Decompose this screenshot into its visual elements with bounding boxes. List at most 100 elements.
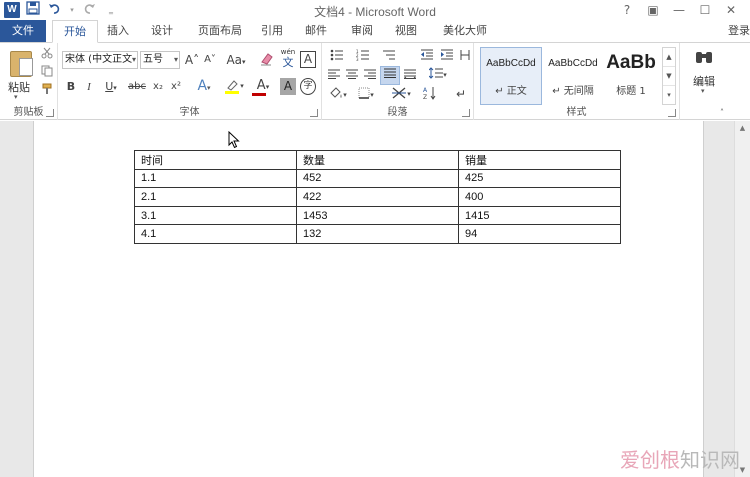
- enclose-characters-button[interactable]: 字: [300, 78, 316, 95]
- font-color-button[interactable]: A▾: [250, 78, 276, 98]
- table-cell[interactable]: 94: [458, 224, 621, 244]
- table-cell[interactable]: 1415: [458, 205, 621, 226]
- style-heading-1[interactable]: AaBb 标题 1: [604, 47, 658, 105]
- table-row: 3.1 1453 1415: [134, 205, 621, 226]
- svg-text:A: A: [423, 87, 428, 94]
- table-cell[interactable]: 452: [296, 168, 459, 189]
- font-name-combo[interactable]: 宋体 (中文正文 ▾: [62, 51, 138, 69]
- decrease-indent-icon[interactable]: [418, 49, 436, 65]
- ribbon: 粘贴 ▾ 剪贴板 宋体 (中文正文 ▾ 五号 ▾ A˄ A˅ Aa▾ wén 文…: [0, 42, 750, 120]
- scroll-up-icon[interactable]: ▲: [735, 121, 750, 135]
- editing-button[interactable]: 编辑 ▾: [686, 47, 722, 101]
- tab-design[interactable]: 设计: [146, 20, 178, 42]
- table-cell[interactable]: 时间: [134, 150, 297, 170]
- tab-view[interactable]: 视图: [390, 20, 422, 42]
- sign-in-link[interactable]: 登录: [728, 22, 750, 38]
- tab-review[interactable]: 审阅: [346, 20, 378, 42]
- clear-formatting-icon[interactable]: [258, 51, 276, 67]
- bullets-icon[interactable]: [326, 49, 348, 65]
- grow-font-button[interactable]: A˄: [184, 52, 200, 68]
- table-cell[interactable]: 4.1: [134, 224, 297, 244]
- chinese-layout-icon[interactable]: ▾: [388, 86, 414, 102]
- vertical-scrollbar[interactable]: ▲ ▼: [734, 121, 750, 477]
- shading-icon[interactable]: ▾: [326, 87, 350, 103]
- styles-scroll-up-icon[interactable]: ▲: [663, 48, 675, 67]
- asian-layout-icon[interactable]: [458, 49, 472, 65]
- clipboard-launcher-icon[interactable]: [46, 109, 54, 117]
- highlight-button[interactable]: ▾: [220, 78, 248, 94]
- style-normal[interactable]: AaBbCcDd ↵ 正文: [480, 47, 542, 105]
- table-cell[interactable]: 132: [296, 224, 459, 244]
- tab-insert[interactable]: 插入: [102, 20, 134, 42]
- table-row: 2.1 422 400: [134, 187, 621, 207]
- table-cell[interactable]: 2.1: [134, 187, 297, 207]
- styles-gallery-scroll[interactable]: ▲ ▼ ▾: [662, 47, 676, 105]
- title-bar: W ▾ ‗ 文档4 - Microsoft Word ? ▣ — ☐ ✕: [0, 0, 750, 20]
- distributed-icon[interactable]: [402, 68, 418, 84]
- table-cell[interactable]: 3.1: [134, 205, 297, 226]
- table-cell[interactable]: 销量: [458, 150, 621, 170]
- table-cell[interactable]: 1.1: [134, 168, 297, 189]
- style-no-spacing[interactable]: AaBbCcDd ↵ 无间隔: [542, 47, 604, 105]
- text-effects-button[interactable]: A▾: [192, 78, 216, 94]
- phonetic-guide-button[interactable]: wén 文: [278, 48, 298, 72]
- align-right-icon[interactable]: [362, 68, 378, 84]
- justify-icon[interactable]: [380, 66, 400, 85]
- character-shading-button[interactable]: A: [280, 78, 296, 95]
- superscript-button[interactable]: x²: [168, 79, 184, 95]
- tab-home[interactable]: 开始: [52, 20, 98, 43]
- styles-group: AaBbCcDd ↵ 正文 AaBbCcDd ↵ 无间隔 AaBb 标题 1 ▲…: [474, 43, 680, 120]
- collapse-ribbon-icon[interactable]: ˄: [720, 108, 724, 117]
- table-cell[interactable]: 425: [458, 168, 621, 189]
- line-spacing-icon[interactable]: ▾: [426, 67, 450, 83]
- strikethrough-button[interactable]: abc: [126, 79, 148, 95]
- align-center-icon[interactable]: [344, 68, 360, 84]
- styles-launcher-icon[interactable]: [668, 109, 676, 117]
- change-case-button[interactable]: Aa▾: [224, 52, 248, 68]
- table-header-row: 时间 数量 销量: [134, 150, 621, 170]
- font-color-bar: [252, 93, 266, 96]
- close-button[interactable]: ✕: [718, 1, 744, 19]
- tab-references[interactable]: 引用: [256, 20, 288, 42]
- font-size-combo[interactable]: 五号 ▾: [140, 51, 180, 69]
- highlighter-icon: [225, 80, 240, 94]
- tab-page-layout[interactable]: 页面布局: [192, 20, 248, 42]
- minimize-button[interactable]: —: [666, 1, 692, 19]
- character-border-button[interactable]: A: [300, 51, 316, 68]
- copy-icon[interactable]: [40, 65, 54, 81]
- underline-button[interactable]: U▾: [100, 79, 122, 95]
- shrink-font-button[interactable]: A˅: [202, 52, 218, 68]
- align-left-icon[interactable]: [326, 68, 342, 84]
- data-table[interactable]: 时间 数量 销量 1.1 452 425 2.1 422 400 3.1 1453 1415 4.1 13…: [134, 150, 621, 244]
- table-cell[interactable]: 400: [458, 187, 621, 207]
- italic-button[interactable]: I: [82, 79, 96, 95]
- font-launcher-icon[interactable]: [310, 109, 318, 117]
- maximize-button[interactable]: ☐: [692, 1, 718, 19]
- cut-icon[interactable]: [40, 47, 54, 63]
- paste-button[interactable]: 粘贴 ▾: [2, 45, 36, 101]
- show-marks-icon[interactable]: ↵: [454, 86, 468, 102]
- help-button[interactable]: ?: [614, 1, 640, 19]
- format-painter-icon[interactable]: [40, 83, 54, 99]
- ribbon-display-button[interactable]: ▣: [640, 1, 666, 19]
- numbering-icon[interactable]: 123: [352, 49, 374, 65]
- tab-file[interactable]: 文件: [0, 20, 46, 42]
- styles-scroll-down-icon[interactable]: ▼: [663, 67, 675, 86]
- sort-icon[interactable]: AZ: [422, 86, 438, 102]
- bold-button[interactable]: B: [64, 79, 78, 95]
- subscript-button[interactable]: x₂: [150, 79, 166, 95]
- tab-mailings[interactable]: 邮件: [300, 20, 332, 42]
- paragraph-launcher-icon[interactable]: [462, 109, 470, 117]
- text-effects-label: A: [197, 78, 208, 94]
- font-group: 宋体 (中文正文 ▾ 五号 ▾ A˄ A˅ Aa▾ wén 文 A B I U▾…: [58, 43, 322, 120]
- multilevel-list-icon[interactable]: [378, 49, 400, 65]
- style-normal-name: ↵ 正文: [495, 86, 527, 97]
- table-cell[interactable]: 1453: [296, 205, 459, 226]
- tab-beautify-master[interactable]: 美化大师: [436, 20, 494, 42]
- table-cell[interactable]: 数量: [296, 150, 459, 170]
- borders-icon[interactable]: ▾: [354, 87, 378, 103]
- document-page[interactable]: 时间 数量 销量 1.1 452 425 2.1 422 400 3.1 1453 1415 4.1 13…: [33, 121, 704, 477]
- increase-indent-icon[interactable]: [438, 49, 456, 65]
- table-cell[interactable]: 422: [296, 187, 459, 207]
- style-no-spacing-sample: AaBbCcDd: [548, 58, 598, 69]
